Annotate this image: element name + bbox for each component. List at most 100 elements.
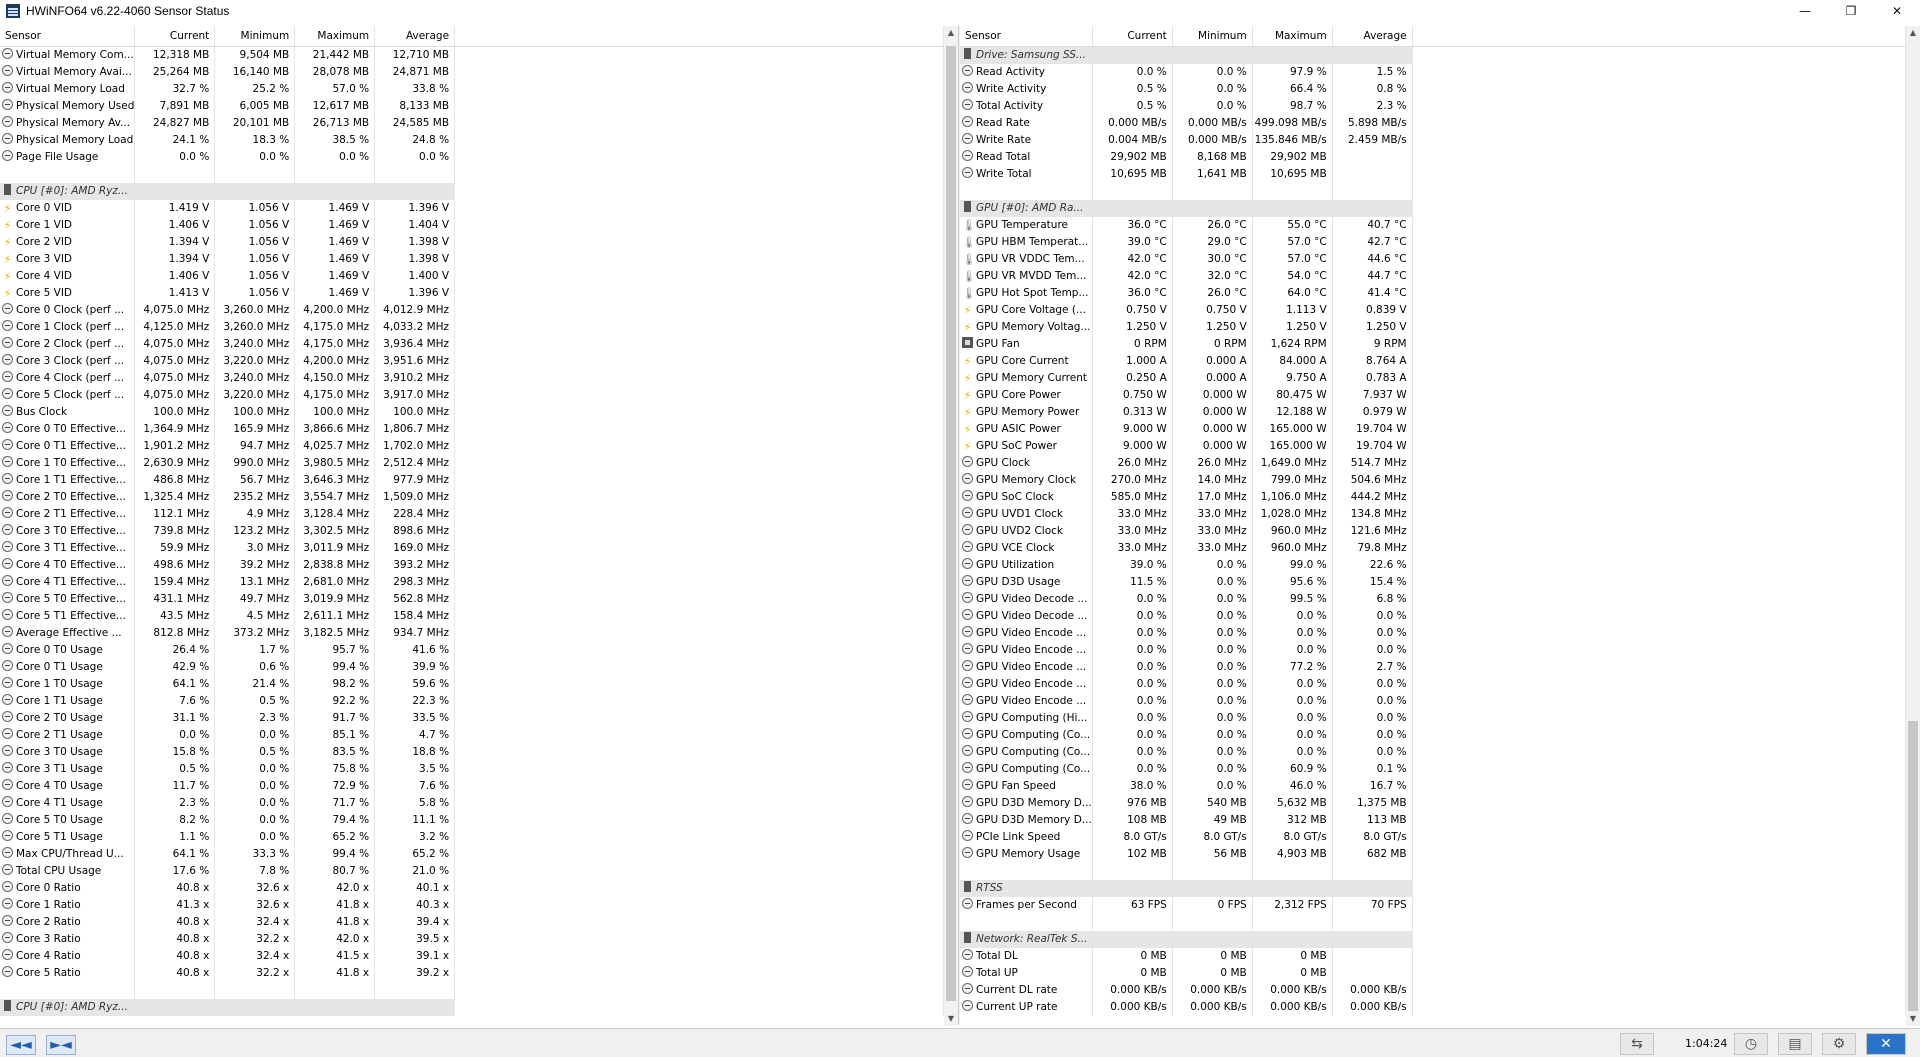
sensor-name-cell[interactable]: Read Activity	[960, 64, 1093, 81]
sensor-row[interactable]: GPU Video Encode ... 0.0 % 0.0 % 77.2 % 2.7 …	[960, 659, 1906, 676]
sensor-name-cell[interactable]: Write Rate	[960, 132, 1093, 149]
sensor-row[interactable]: Core 0 T0 Usage 26.4 % 1.7 % 95.7 % 41.6 %	[0, 642, 944, 659]
sensor-name-cell[interactable]: Core 5 Ratio	[0, 965, 136, 982]
group-label[interactable]: Drive: Samsung SS...	[960, 46, 1093, 64]
sensor-row[interactable]: Virtual Memory Avai... 25,264 MB 16,140 MB…	[0, 64, 944, 81]
sensor-row[interactable]: Total CPU Usage 17.6 % 7.8 % 80.7 % 21.0 %	[0, 863, 944, 880]
sensor-row[interactable]: GPU Video Encode ... 0.0 % 0.0 % 0.0 % 0.0 %	[960, 642, 1906, 659]
sensor-name-cell[interactable]: Core 4 T0 Usage	[0, 778, 136, 795]
group-label[interactable]: GPU [#0]: AMD Ra...	[960, 200, 1093, 217]
sensor-name-cell[interactable]: PCIe Link Speed	[960, 829, 1093, 846]
sensor-row[interactable]: Physical Memory Av... 24,827 MB 20,101 MB 2…	[0, 115, 944, 132]
sensor-name-cell[interactable]: Core 3 T1 Usage	[0, 761, 136, 778]
scrollbar-left[interactable]: ▲ ▼	[944, 26, 958, 1026]
sensor-name-cell[interactable]: ⚡ GPU Memory Power	[960, 404, 1093, 421]
sensor-row[interactable]: Core 0 T1 Effective... 1,901.2 MHz 94.7 MH…	[0, 438, 944, 455]
sensor-row[interactable]: GPU D3D Memory D... 976 MB 540 MB 5,632 MB 1…	[960, 795, 1906, 812]
sensor-row[interactable]: GPU Video Encode ... 0.0 % 0.0 % 0.0 % 0.0 %	[960, 693, 1906, 710]
sensor-row[interactable]: Core 2 T1 Usage 0.0 % 0.0 % 85.1 % 4.7 %	[0, 727, 944, 744]
sensor-row[interactable]: Read Activity 0.0 % 0.0 % 97.9 % 1.5 %	[960, 64, 1906, 81]
sensor-group-header[interactable]: CPU [#0]: AMD Ryz...	[0, 183, 944, 200]
sensor-name-cell[interactable]: Core 3 T0 Usage	[0, 744, 136, 761]
sensor-row[interactable]: GPU Computing (Hi... 0.0 % 0.0 % 0.0 % 0.0 %	[960, 710, 1906, 727]
sensor-row[interactable]: Core 3 T1 Usage 0.5 % 0.0 % 75.8 % 3.5 %	[0, 761, 944, 778]
sensor-name-cell[interactable]: GPU UVD1 Clock	[960, 506, 1093, 523]
sensor-row[interactable]: Core 5 Clock (perf ... 4,075.0 MHz 3,220.0…	[0, 387, 944, 404]
col-header-maximum[interactable]: Maximum	[1252, 26, 1333, 47]
sensor-row[interactable]: Total UP 0 MB 0 MB 0 MB	[960, 965, 1906, 982]
sensor-name-cell[interactable]: Physical Memory Used	[0, 98, 136, 115]
sensor-name-cell[interactable]: Max CPU/Thread U...	[0, 846, 136, 863]
sensor-name-cell[interactable]: Core 2 T1 Effective...	[0, 506, 136, 523]
sensor-name-cell[interactable]: Core 5 T1 Usage	[0, 829, 136, 846]
sensor-row[interactable]: GPU UVD2 Clock 33.0 MHz 33.0 MHz 960.0 MHz 1…	[960, 523, 1906, 540]
sensor-name-cell[interactable]: Core 0 Ratio	[0, 880, 136, 897]
sensor-row[interactable]: Core 4 Ratio 40.8 x 32.4 x 41.5 x 39.1 x	[0, 948, 944, 965]
report-icon[interactable]: ▤	[1778, 1033, 1812, 1055]
sensor-name-cell[interactable]: GPU Computing (Co...	[960, 727, 1093, 744]
sensor-row[interactable]: GPU Video Decode ... 0.0 % 0.0 % 99.5 % 6.8 …	[960, 591, 1906, 608]
sensor-row[interactable]: Current DL rate 0.000 KB/s 0.000 KB/s 0.000…	[960, 982, 1906, 999]
sensor-name-cell[interactable]: ⚡ GPU Core Current	[960, 353, 1093, 370]
scroll-up-arrow-icon[interactable]: ▲	[1906, 26, 1920, 40]
sensor-name-cell[interactable]: 🌡GPU HBM Temperat...	[960, 234, 1093, 251]
sensor-name-cell[interactable]: ⚡ GPU Core Voltage (...	[960, 302, 1093, 319]
sensor-row[interactable]: ⚡ GPU Memory Power 0.313 W 0.000 W 12.188 W0…	[960, 404, 1906, 421]
sensor-name-cell[interactable]: Read Total	[960, 149, 1093, 166]
sensor-name-cell[interactable]: GPU Video Decode ...	[960, 591, 1093, 608]
sensor-row[interactable]: ⚡ Core 0 VID 1.419 V 1.056 V 1.469 V 1.396 V	[0, 200, 944, 217]
sensor-name-cell[interactable]: Core 2 Ratio	[0, 914, 136, 931]
sensor-name-cell[interactable]: 🌡GPU VR VDDC Tem...	[960, 251, 1093, 268]
sensor-row[interactable]: Average Effective ... 812.8 MHz 373.2 MHz 3…	[0, 625, 944, 642]
sensor-row[interactable]: GPU Video Encode ... 0.0 % 0.0 % 0.0 % 0.0 %	[960, 676, 1906, 693]
col-header-maximum[interactable]: Maximum	[294, 26, 376, 47]
sensor-row[interactable]: GPU Video Encode ... 0.0 % 0.0 % 0.0 % 0.0 %	[960, 625, 1906, 642]
sensor-row[interactable]: GPU UVD1 Clock 33.0 MHz 33.0 MHz 1,028.0 MH…	[960, 506, 1906, 523]
sensor-row[interactable]: ⚡ GPU Memory Voltag... 1.250 V 1.250 V 1.250…	[960, 319, 1906, 336]
col-header-minimum[interactable]: Minimum	[1172, 26, 1253, 47]
sensor-name-cell[interactable]: GPU Video Encode ...	[960, 659, 1093, 676]
sensor-row[interactable]: Core 4 T1 Effective... 159.4 MHz 13.1 MHz 2…	[0, 574, 944, 591]
sensor-name-cell[interactable]: 🌡GPU VR MVDD Tem...	[960, 268, 1093, 285]
sensor-name-cell[interactable]: Core 4 Ratio	[0, 948, 136, 965]
sensor-row[interactable]: ⚡ GPU Memory Current 0.250 A 0.000 A 9.750 A…	[960, 370, 1906, 387]
sensor-name-cell[interactable]: GPU Computing (Hi...	[960, 710, 1093, 727]
sensor-name-cell[interactable]: Core 4 T0 Effective...	[0, 557, 136, 574]
sensor-row[interactable]: ⚡ Core 4 VID 1.406 V 1.056 V 1.469 V 1.400 V	[0, 268, 944, 285]
scroll-forward-button[interactable]: ►◄	[46, 1035, 76, 1055]
sensor-name-cell[interactable]: ⚡ Core 4 VID	[0, 268, 136, 285]
sensor-name-cell[interactable]: Core 0 T1 Effective...	[0, 438, 136, 455]
scroll-up-arrow-icon[interactable]: ▲	[944, 26, 958, 40]
sensor-row[interactable]: Core 4 T0 Effective... 498.6 MHz 39.2 MHz 2…	[0, 557, 944, 574]
sensor-row[interactable]: Physical Memory Load 24.1 % 18.3 % 38.5 % 24…	[0, 132, 944, 149]
sensor-row[interactable]: Page File Usage 0.0 % 0.0 % 0.0 % 0.0 %	[0, 149, 944, 166]
sensor-row[interactable]: Write Rate 0.004 MB/s 0.000 MB/s 135.846 MB…	[960, 132, 1906, 149]
sensor-name-cell[interactable]: ⚡ Core 2 VID	[0, 234, 136, 251]
sensor-row[interactable]: Core 4 T0 Usage 11.7 % 0.0 % 72.9 % 7.6 %	[0, 778, 944, 795]
sensor-name-cell[interactable]: Core 0 Clock (perf ...	[0, 302, 136, 319]
sensor-row[interactable]: Read Rate 0.000 MB/s 0.000 MB/s 499.098 MB/…	[960, 115, 1906, 132]
sensor-name-cell[interactable]: Core 4 T1 Effective...	[0, 574, 136, 591]
sensor-row[interactable]: ⚡ Core 3 VID 1.394 V 1.056 V 1.469 V 1.398 V	[0, 251, 944, 268]
sensor-row[interactable]: Core 3 Ratio 40.8 x 32.2 x 42.0 x 39.5 x	[0, 931, 944, 948]
sensor-row[interactable]: Core 0 Ratio 40.8 x 32.6 x 42.0 x 40.1 x	[0, 880, 944, 897]
sensor-row[interactable]: Core 1 T1 Effective... 486.8 MHz 56.7 MHz 3…	[0, 472, 944, 489]
network-icon[interactable]: ⇆	[1620, 1033, 1654, 1055]
sensor-row[interactable]: Total Activity 0.5 % 0.0 % 98.7 % 2.3 %	[960, 98, 1906, 115]
col-header-current[interactable]: Current	[134, 26, 216, 47]
sensor-name-cell[interactable]: Core 5 Clock (perf ...	[0, 387, 136, 404]
clock-icon[interactable]: ◷	[1734, 1033, 1768, 1055]
sensor-row[interactable]: Core 5 Ratio 40.8 x 32.2 x 41.8 x 39.2 x	[0, 965, 944, 982]
sensor-row[interactable]: GPU Video Decode ... 0.0 % 0.0 % 0.0 % 0.0 %	[960, 608, 1906, 625]
sensor-row[interactable]: PCIe Link Speed 8.0 GT/s 8.0 GT/s 8.0 GT/s 8…	[960, 829, 1906, 846]
sensor-name-cell[interactable]: Total UP	[960, 965, 1093, 982]
sensor-row[interactable]: Virtual Memory Load 32.7 % 25.2 % 57.0 % 33.…	[0, 81, 944, 98]
sensor-row[interactable]: ⚡ Core 5 VID 1.413 V 1.056 V 1.469 V 1.396 V	[0, 285, 944, 302]
sensor-name-cell[interactable]: GPU SoC Clock	[960, 489, 1093, 506]
sensor-name-cell[interactable]: GPU Computing (Co...	[960, 761, 1093, 778]
sensor-name-cell[interactable]: GPU Video Encode ...	[960, 693, 1093, 710]
sensor-name-cell[interactable]: ⚡ Core 5 VID	[0, 285, 136, 302]
sensor-row[interactable]: Total DL 0 MB 0 MB 0 MB	[960, 948, 1906, 965]
sensor-group-header[interactable]: Network: RealTek S...	[960, 931, 1906, 948]
scroll-down-arrow-icon[interactable]: ▼	[944, 1012, 958, 1026]
